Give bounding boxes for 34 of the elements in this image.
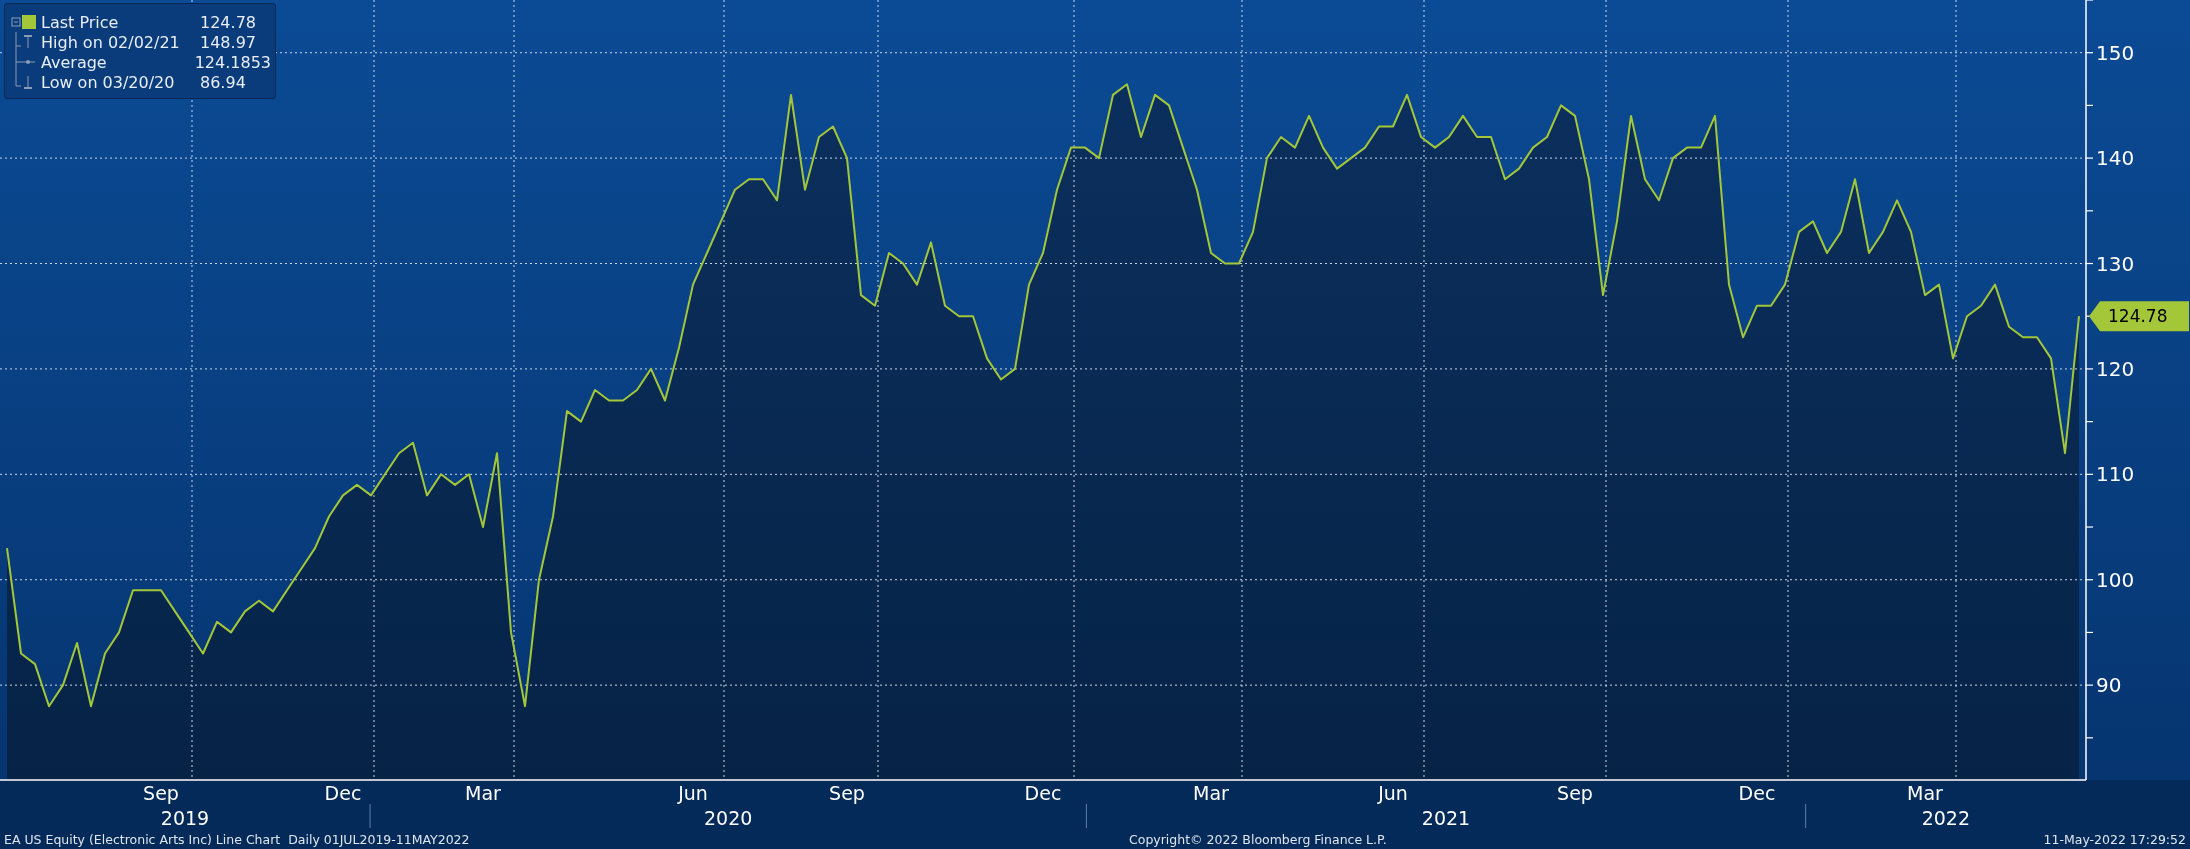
axis-label: Sep (143, 782, 179, 804)
legend-value: 148.97 (200, 32, 256, 52)
timestamp: 11-May-2022 17:29:52 (2043, 832, 2186, 847)
last-price-value: 124.78 (2108, 306, 2168, 327)
axis-label: 110 (2096, 462, 2135, 487)
legend-label: Average (41, 52, 108, 72)
axis-label: 130 (2096, 251, 2135, 276)
year-label: 2021 (1421, 807, 1471, 829)
axis-label: Dec (1738, 782, 1776, 804)
axis-label: Dec (1024, 782, 1062, 804)
axis-label: 100 (2096, 567, 2135, 592)
copyright-notice: Copyright© 2022 Bloomberg Finance L.P. (1129, 832, 1388, 847)
legend-value: 124.78 (200, 12, 256, 32)
axis-label: Sep (1557, 782, 1593, 804)
legend-label: Last Price (41, 12, 120, 32)
axis-label: Jun (678, 782, 708, 804)
legend-value: 86.94 (200, 72, 246, 92)
legend-label: High on 02/02/21 (41, 32, 181, 52)
year-label: 2022 (1921, 807, 1970, 829)
axis-label: Dec (324, 782, 362, 804)
chart-description: EA US Equity (Electronic Arts Inc) Line Chart Daily 01JUL2019-11MAY2022 (4, 832, 471, 847)
axis-label: Sep (829, 782, 865, 804)
year-label: 2020 (704, 807, 753, 829)
year-label: 2019 (160, 807, 210, 829)
axis-label: Jun (1378, 782, 1408, 804)
axis-label: Mar (1907, 782, 1943, 804)
axis-label: 120 (2096, 356, 2135, 381)
axis-label: 90 (2096, 673, 2122, 698)
axis-label: Mar (1193, 782, 1229, 804)
legend-label: Low on 03/20/20 (41, 72, 176, 92)
axis-label: 150 (2096, 40, 2135, 65)
axis-label: Mar (465, 782, 501, 804)
legend-value: 124.1853 (194, 52, 271, 72)
axis-label: 140 (2096, 146, 2135, 171)
